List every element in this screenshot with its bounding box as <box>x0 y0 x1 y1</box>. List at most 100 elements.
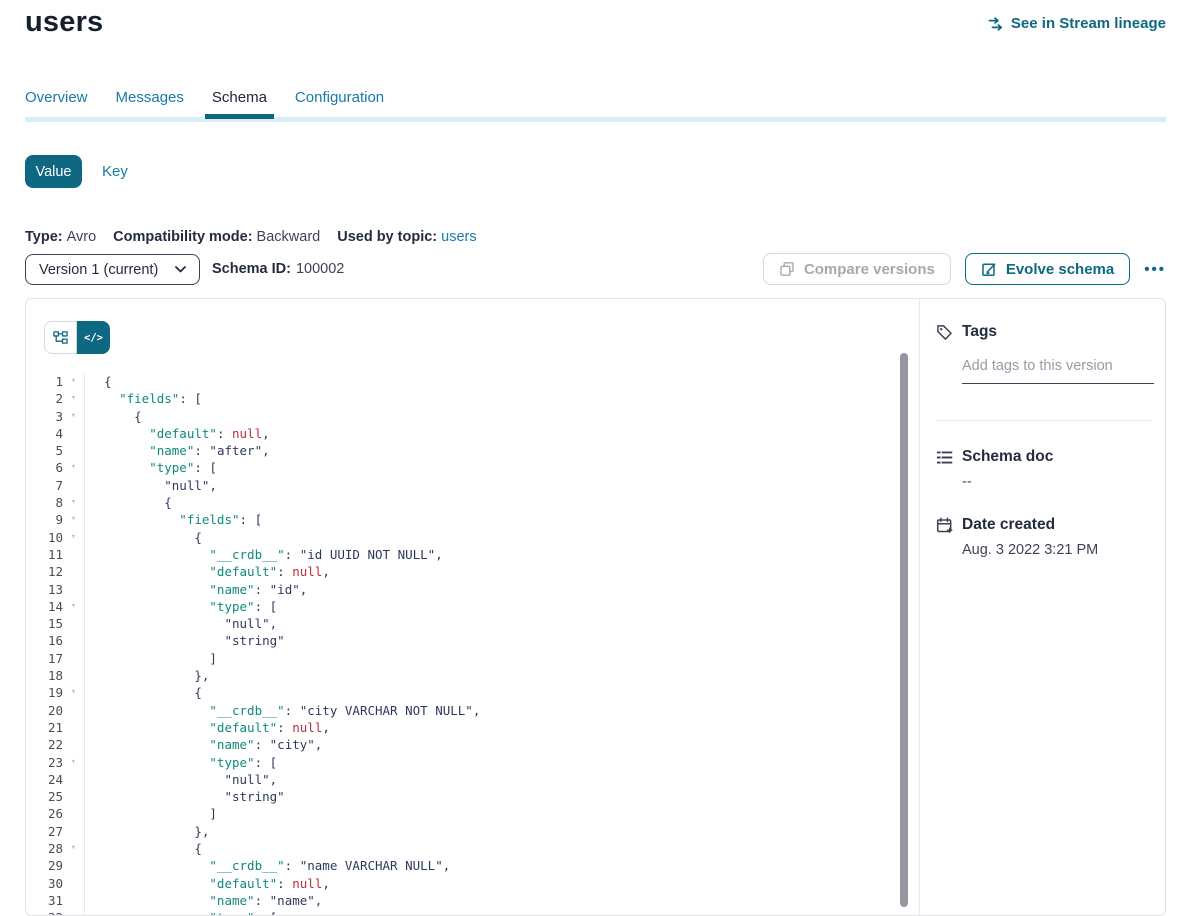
version-select[interactable]: Version 1 (current) <box>25 254 200 285</box>
tab-overview[interactable]: Overview <box>25 89 88 119</box>
stream-lineage-link[interactable]: See in Stream lineage <box>988 15 1166 32</box>
code-line: 16 "string" <box>26 632 899 649</box>
line-number: 19 <box>26 684 63 701</box>
line-number: 4 <box>26 425 63 442</box>
code-line: 2▾ "fields": [ <box>26 390 899 407</box>
sidebar-divider <box>936 420 1153 421</box>
chevron-down-icon <box>175 266 186 273</box>
code-line: 20 "__crdb__": "city VARCHAR NOT NULL", <box>26 702 899 719</box>
fold-toggle-icon[interactable]: ▾ <box>63 840 85 857</box>
code-line: 6▾ "type": [ <box>26 459 899 476</box>
topic-field: Used by topic:users <box>337 229 476 245</box>
fold-toggle-icon[interactable]: ▾ <box>63 598 85 615</box>
tag-icon <box>936 324 953 341</box>
code-line: 24 "null", <box>26 771 899 788</box>
line-number: 3 <box>26 408 63 425</box>
schema-doc-title: Schema doc <box>962 448 1053 466</box>
line-number: 2 <box>26 390 63 407</box>
fold-toggle-icon[interactable]: ▾ <box>63 494 85 511</box>
line-number: 25 <box>26 788 63 805</box>
line-number: 31 <box>26 892 63 909</box>
tags-title: Tags <box>962 323 997 341</box>
fold-toggle-icon[interactable]: ▾ <box>63 459 85 476</box>
fold-toggle-icon[interactable]: ▾ <box>63 511 85 528</box>
code-line: 19▾ { <box>26 684 899 701</box>
calendar-plus-icon <box>936 517 953 534</box>
code-line: 23▾ "type": [ <box>26 754 899 771</box>
fold-toggle-icon[interactable]: ▾ <box>63 390 85 407</box>
compat-field: Compatibility mode:Backward <box>113 229 320 245</box>
line-number: 22 <box>26 736 63 753</box>
line-number: 11 <box>26 546 63 563</box>
line-number: 26 <box>26 805 63 822</box>
line-number: 23 <box>26 754 63 771</box>
schema-meta-row: Type:Avro Compatibility mode:Backward Us… <box>25 229 477 245</box>
tab-schema[interactable]: Schema <box>212 89 267 119</box>
fold-toggle-icon[interactable]: ▾ <box>63 909 85 916</box>
evolve-schema-icon <box>981 261 997 277</box>
compare-versions-button[interactable]: Compare versions <box>763 253 951 285</box>
line-number: 7 <box>26 477 63 494</box>
type-value: Avro <box>67 229 97 245</box>
schema-detail-sidebar: Tags Schema doc -- Date created <box>936 299 1166 915</box>
code-line: 22 "name": "city", <box>26 736 899 753</box>
line-number: 16 <box>26 632 63 649</box>
code-line: 8▾ { <box>26 494 899 511</box>
schema-doc-value: -- <box>962 474 972 490</box>
compare-versions-icon <box>779 261 795 277</box>
code-view-button[interactable]: </> <box>77 321 110 354</box>
topic-label: Used by topic: <box>337 229 437 245</box>
code-line: 11 "__crdb__": "id UUID NOT NULL", <box>26 546 899 563</box>
key-tab-link[interactable]: Key <box>102 163 128 180</box>
code-line: 10▾ { <box>26 529 899 546</box>
line-number: 5 <box>26 442 63 459</box>
panel-divider <box>919 299 920 915</box>
version-bar: Version 1 (current) Schema ID:100002 Com… <box>25 253 1166 286</box>
code-line: 30 "default": null, <box>26 875 899 892</box>
line-number: 29 <box>26 857 63 874</box>
more-options-button[interactable]: ••• <box>1144 261 1166 278</box>
code-scrollbar[interactable] <box>900 353 908 907</box>
code-view-icon: </> <box>84 332 103 344</box>
stream-lineage-label: See in Stream lineage <box>1011 15 1166 32</box>
code-line: 25 "string" <box>26 788 899 805</box>
code-line: 13 "name": "id", <box>26 581 899 598</box>
line-number: 14 <box>26 598 63 615</box>
code-line: 12 "default": null, <box>26 563 899 580</box>
schema-id-label: Schema ID: <box>212 261 291 277</box>
compat-value: Backward <box>257 229 321 245</box>
code-line: 5 "name": "after", <box>26 442 899 459</box>
fold-toggle-icon[interactable]: ▾ <box>63 754 85 771</box>
date-created-section-header: Date created <box>936 516 1055 534</box>
tab-configuration[interactable]: Configuration <box>295 89 384 119</box>
fold-toggle-icon[interactable]: ▾ <box>63 373 85 390</box>
tags-section-header: Tags <box>936 323 997 341</box>
line-number: 18 <box>26 667 63 684</box>
tree-view-button[interactable] <box>44 321 77 354</box>
value-tab-button[interactable]: Value <box>25 155 82 188</box>
line-number: 15 <box>26 615 63 632</box>
fold-toggle-icon[interactable]: ▾ <box>63 684 85 701</box>
page-title: users <box>25 6 103 39</box>
code-line: 9▾ "fields": [ <box>26 511 899 528</box>
schema-id: Schema ID:100002 <box>212 261 344 277</box>
code-line: 17 ] <box>26 650 899 667</box>
line-number: 20 <box>26 702 63 719</box>
line-number: 30 <box>26 875 63 892</box>
tab-messages[interactable]: Messages <box>116 89 184 119</box>
schema-page: users See in Stream lineage Overview Mes… <box>0 0 1189 916</box>
tab-bar: Overview Messages Schema Configuration <box>25 89 1166 122</box>
line-number: 21 <box>26 719 63 736</box>
code-line: 15 "null", <box>26 615 899 632</box>
evolve-schema-button[interactable]: Evolve schema <box>965 253 1130 285</box>
line-number: 6 <box>26 459 63 476</box>
line-number: 1 <box>26 373 63 390</box>
add-tags-input[interactable] <box>962 356 1154 384</box>
fold-toggle-icon[interactable]: ▾ <box>63 529 85 546</box>
schema-viewer-panel: </> 1▾ {2▾ "fields": [3▾ {4 "default": n… <box>25 298 1166 916</box>
fold-toggle-icon[interactable]: ▾ <box>63 408 85 425</box>
tree-view-icon <box>53 330 68 345</box>
schema-doc-icon <box>936 449 953 466</box>
topic-link[interactable]: users <box>441 229 476 245</box>
line-number: 27 <box>26 823 63 840</box>
